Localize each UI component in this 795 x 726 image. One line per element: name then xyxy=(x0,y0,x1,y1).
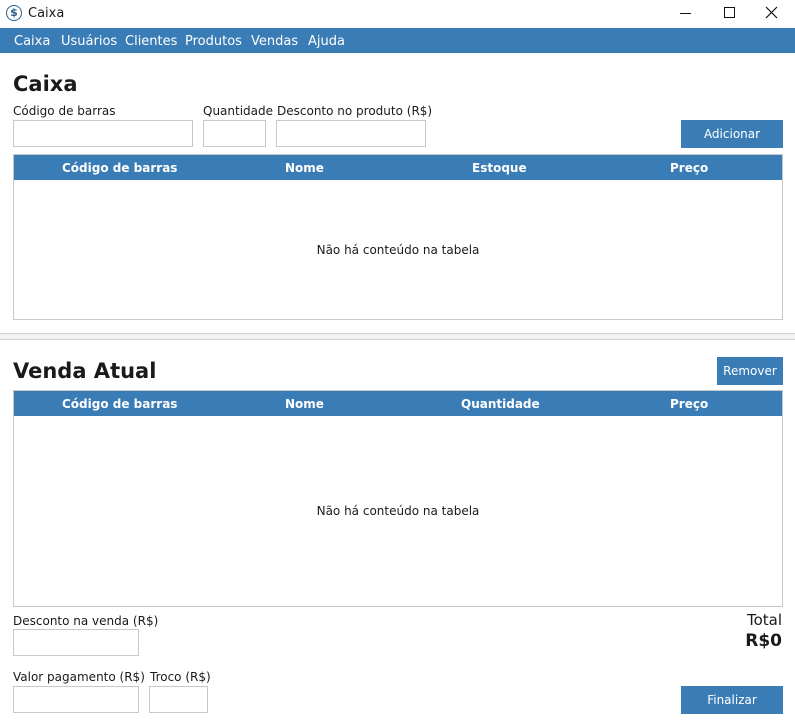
maximize-icon xyxy=(724,7,735,18)
caixa-title: Caixa xyxy=(13,72,78,96)
products-table: Código de barras Nome Estoque Preço Não … xyxy=(13,154,783,320)
barcode-input[interactable] xyxy=(13,120,193,147)
maximize-button[interactable] xyxy=(706,0,752,28)
payment-label: Valor pagamento (R$) xyxy=(13,670,145,684)
menu-item-caixa[interactable]: Caixa xyxy=(14,34,50,49)
sale-table: Código de barras Nome Quantidade Preço N… xyxy=(13,390,783,607)
dollar-icon: $ xyxy=(6,5,22,21)
menu-item-vendas[interactable]: Vendas xyxy=(251,34,298,49)
menu-item-ajuda[interactable]: Ajuda xyxy=(308,34,345,49)
close-button[interactable] xyxy=(749,0,795,28)
product-discount-input[interactable] xyxy=(276,120,426,147)
product-discount-label: Desconto no produto (R$) xyxy=(277,104,433,118)
menu-item-clientes[interactable]: Clientes xyxy=(125,34,177,49)
change-input[interactable] xyxy=(149,686,208,713)
total-label: Total xyxy=(746,611,782,629)
products-table-header: Código de barras Nome Estoque Preço xyxy=(14,155,782,180)
venda-atual-title: Venda Atual xyxy=(13,359,157,383)
title-bar: $ Caixa xyxy=(0,0,795,28)
column-header-quantity[interactable]: Quantidade xyxy=(461,397,540,411)
minimize-button[interactable] xyxy=(663,0,709,28)
quantity-input[interactable] xyxy=(203,120,266,147)
column-header-barcode[interactable]: Código de barras xyxy=(62,397,177,411)
menu-item-produtos[interactable]: Produtos xyxy=(185,34,242,49)
section-divider[interactable] xyxy=(0,333,795,340)
change-label: Troco (R$) xyxy=(150,670,211,684)
column-header-name[interactable]: Nome xyxy=(285,397,324,411)
total-value: R$0 xyxy=(745,631,782,651)
sale-table-empty-message: Não há conteúdo na tabela xyxy=(316,504,480,518)
column-header-name[interactable]: Nome xyxy=(285,161,324,175)
barcode-label: Código de barras xyxy=(13,104,116,118)
sale-table-header: Código de barras Nome Quantidade Preço xyxy=(14,391,782,416)
column-header-price[interactable]: Preço xyxy=(670,161,708,175)
add-button[interactable]: Adicionar xyxy=(681,120,783,148)
sale-discount-input[interactable] xyxy=(13,629,139,656)
close-icon xyxy=(765,6,778,19)
column-header-price[interactable]: Preço xyxy=(670,397,708,411)
payment-input[interactable] xyxy=(13,686,139,713)
menu-item-usuarios[interactable]: Usuários xyxy=(61,34,117,49)
products-table-empty-message: Não há conteúdo na tabela xyxy=(316,243,480,257)
finish-button[interactable]: Finalizar xyxy=(681,686,783,714)
minimize-icon xyxy=(680,13,691,14)
column-header-stock[interactable]: Estoque xyxy=(472,161,527,175)
column-header-barcode[interactable]: Código de barras xyxy=(62,161,177,175)
quantity-label: Quantidade xyxy=(203,104,274,118)
window-title: Caixa xyxy=(28,6,65,21)
sale-discount-label: Desconto na venda (R$) xyxy=(13,614,159,628)
remove-button[interactable]: Remover xyxy=(717,357,783,385)
menu-bar: Caixa Usuários Clientes Produtos Vendas … xyxy=(0,28,795,53)
